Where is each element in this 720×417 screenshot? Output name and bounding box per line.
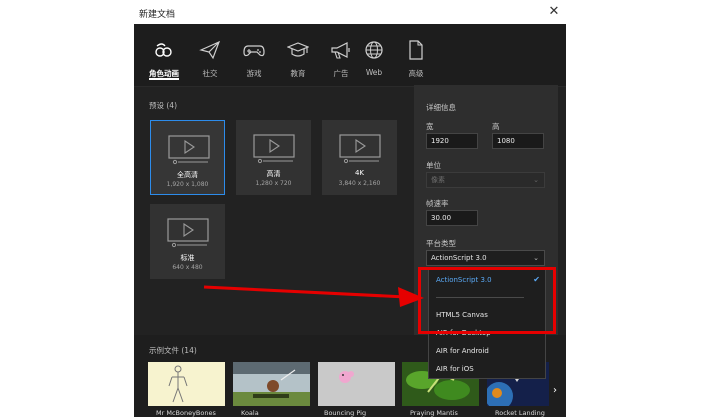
globe-icon	[365, 41, 383, 59]
width-field[interactable]: 1920	[426, 133, 478, 149]
megaphone-icon	[331, 42, 350, 59]
preset-card-4k[interactable]: 4K 3,840 x 2,160	[322, 120, 397, 195]
preset-card-standard[interactable]: 标准 640 x 480	[150, 204, 225, 279]
close-icon[interactable]: ✕	[546, 4, 562, 20]
preset-size: 3,840 x 2,160	[338, 180, 381, 187]
preset-name: 标准	[180, 254, 195, 262]
width-label: 宽	[426, 122, 434, 131]
height-label: 高	[492, 122, 500, 131]
tab-character-animation[interactable]: 角色动画	[144, 40, 184, 86]
sample-thumb-koala[interactable]	[233, 362, 310, 406]
platform-value: ActionScript 3.0	[431, 254, 487, 262]
tab-advanced[interactable]: 高级	[396, 40, 436, 86]
tab-education[interactable]: 教育	[278, 40, 318, 86]
fps-field[interactable]: 30.00	[426, 210, 478, 226]
chevron-right-icon[interactable]: ›	[553, 385, 557, 396]
preset-name: 高清	[266, 170, 281, 178]
tab-web[interactable]: Web	[354, 40, 394, 86]
character-animation-icon	[155, 43, 172, 57]
dialog-title: 新建文档	[139, 10, 176, 20]
koala-scene-icon	[233, 362, 310, 406]
category-tabs: 角色动画 社交 游戏 教育 广告 Web 高级	[134, 24, 566, 87]
gamepad-icon	[243, 45, 265, 57]
preset-card-full-hd[interactable]: 全高清 1,920 x 1,080	[150, 120, 225, 195]
chevron-down-icon: ⌄	[533, 176, 539, 184]
samples-title: 示例文件 (14)	[149, 346, 197, 355]
unit-label: 单位	[426, 161, 441, 170]
preset-size: 1,920 x 1,080	[166, 181, 209, 188]
presets-title: 预设 (4)	[149, 101, 178, 110]
preset-name: 全高清	[177, 171, 198, 179]
tab-label: 社交	[202, 69, 218, 78]
platform-option-air-ios[interactable]: AIR for iOS	[436, 365, 474, 373]
pig-icon	[339, 371, 354, 383]
graduation-cap-icon	[287, 42, 309, 57]
tab-games[interactable]: 游戏	[234, 40, 274, 86]
paper-plane-icon	[199, 40, 221, 60]
video-icon	[168, 135, 210, 165]
sample-name: Praying Mantis	[410, 409, 458, 417]
height-field[interactable]: 1080	[492, 133, 544, 149]
unit-select: 像素 ⌄	[426, 172, 545, 188]
details-title: 详细信息	[426, 103, 456, 112]
unit-value: 像素	[431, 176, 445, 184]
video-icon	[253, 134, 295, 164]
sample-name: Koala	[241, 409, 259, 417]
annotation-arrow-icon	[203, 285, 424, 307]
platform-option-air-android[interactable]: AIR for Android	[436, 347, 489, 355]
video-icon	[167, 218, 209, 248]
skeleton-figure-icon	[168, 365, 188, 403]
sample-name: Mr McBoneyBones	[156, 409, 216, 417]
tab-label: 角色动画	[149, 69, 179, 78]
video-icon	[339, 134, 381, 164]
title-bar: 新建文档 ✕	[134, 2, 566, 25]
sample-name: Rocket Landing	[495, 409, 545, 417]
preset-size: 640 x 480	[172, 264, 203, 271]
fps-label: 帧速率	[426, 199, 449, 208]
platform-label: 平台类型	[426, 239, 456, 248]
tab-label: 教育	[290, 69, 306, 78]
sample-thumb-bouncing-pig[interactable]	[318, 362, 395, 406]
preset-size: 1,280 x 720	[255, 180, 292, 187]
sample-thumb-mr-mcboneybones[interactable]	[148, 362, 225, 406]
chevron-down-icon: ⌄	[533, 254, 539, 262]
tab-label: 游戏	[246, 69, 262, 78]
platform-select[interactable]: ActionScript 3.0 ⌄	[426, 250, 545, 266]
preset-card-hd[interactable]: 高清 1,280 x 720	[236, 120, 311, 195]
tab-label: Web	[365, 68, 383, 77]
tab-social[interactable]: 社交	[190, 40, 230, 86]
document-icon	[409, 40, 423, 60]
tab-label: 高级	[408, 69, 424, 78]
preset-name: 4K	[354, 169, 365, 177]
sample-name: Bouncing Pig	[324, 409, 367, 417]
annotation-highlight-box	[418, 267, 556, 334]
